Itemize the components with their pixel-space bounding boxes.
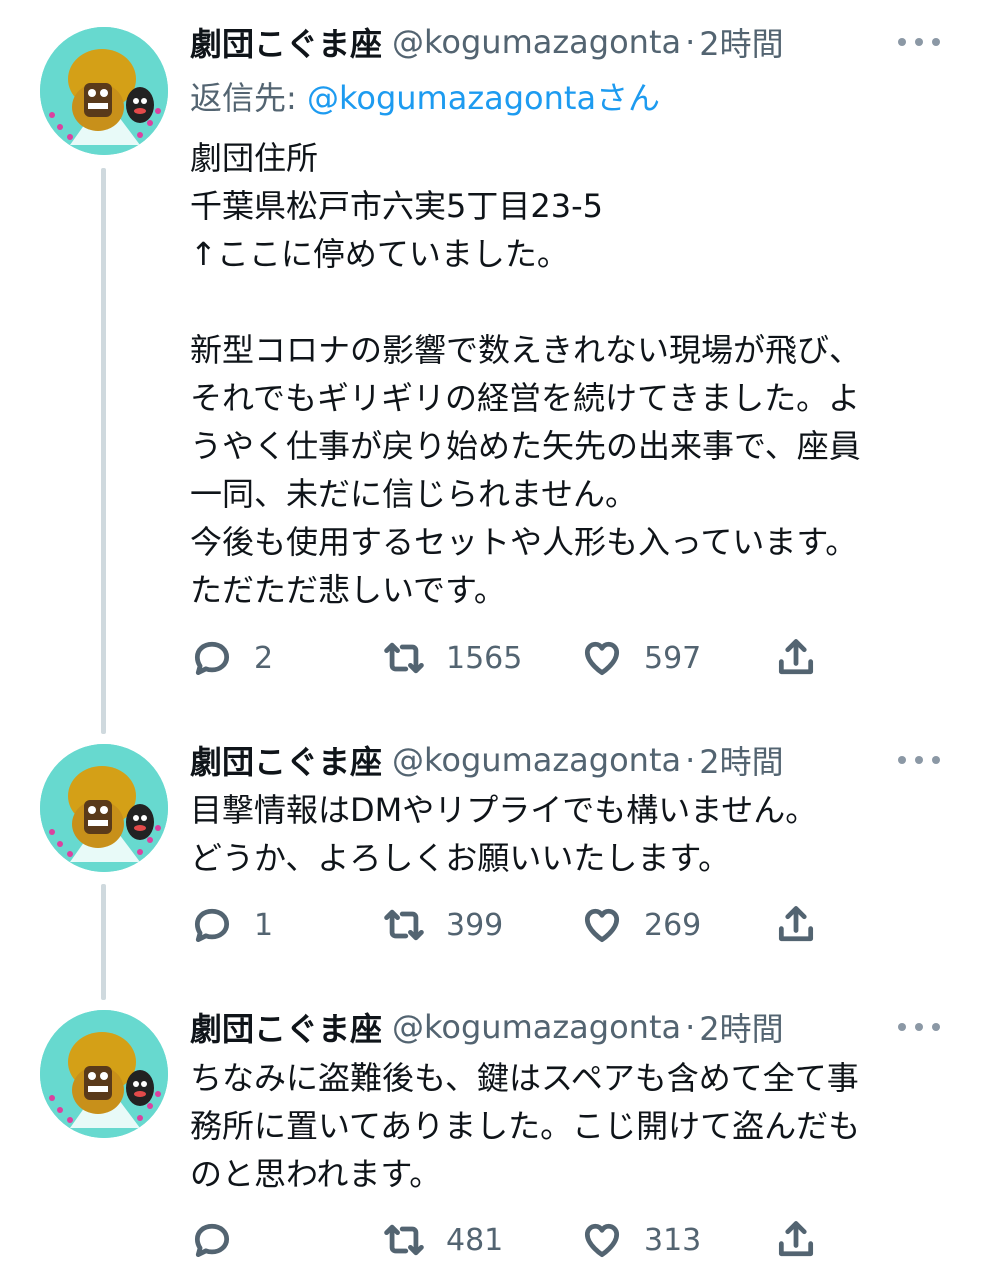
user-handle[interactable]: @kogumazagonta	[392, 23, 681, 61]
reply-mention-link[interactable]: @kogumazagontaさん	[307, 79, 660, 117]
share-button[interactable]	[774, 1215, 818, 1265]
share-upload-icon	[778, 906, 814, 942]
tweet-actions: 481 313	[190, 1215, 830, 1265]
tweet-text-line: のと思われます。	[190, 1155, 442, 1193]
tweet-text-line: ↑ここに停めていました。	[190, 235, 569, 273]
retweet-count: 1565	[446, 640, 523, 676]
separator-dot: ·	[685, 23, 696, 61]
avatar-gorilla-icon	[40, 1010, 168, 1138]
avatar[interactable]	[40, 744, 168, 872]
user-handle[interactable]: @kogumazagonta	[392, 741, 681, 779]
reply-count: 2	[254, 640, 274, 676]
reply-count: 1	[254, 907, 274, 943]
tweet-header: 劇団こぐま座 @kogumazagonta · 2時間	[190, 19, 784, 65]
thread-connector-line	[101, 884, 106, 1000]
more-dots-icon[interactable]	[898, 32, 940, 52]
tweet-text-line: 一同、未だに信じられません。	[190, 475, 638, 513]
thread-connector-line	[101, 168, 106, 734]
retweet-button[interactable]: 399	[382, 900, 503, 950]
tweet-text-line	[190, 278, 950, 326]
share-button[interactable]	[774, 633, 818, 683]
share-upload-icon	[778, 1221, 814, 1257]
tweet-text-line: 今後も使用するセットや人形も入っています。	[190, 523, 858, 561]
speech-bubble-icon	[194, 641, 230, 676]
separator-dot: ·	[685, 1008, 696, 1046]
avatar-gorilla-icon	[40, 27, 168, 155]
tweet-text-line: それでもギリギリの経営を続けてきました。よ	[190, 379, 861, 417]
retweet-count: 399	[446, 907, 504, 943]
tweet-actions: 2 1565 597	[190, 633, 830, 683]
separator-dot: ·	[685, 741, 696, 779]
retweet-count: 481	[446, 1222, 504, 1258]
replying-to: 返信先: @kogumazagontaさん	[190, 73, 660, 119]
tweet-text-line: 千葉県松戸市六実5丁目23-5	[190, 187, 603, 225]
avatar[interactable]	[40, 27, 168, 155]
retweet-button[interactable]: 481	[382, 1215, 503, 1265]
reply-button[interactable]	[190, 1215, 254, 1265]
reply-to-prefix: 返信先:	[190, 79, 307, 117]
like-count: 597	[644, 640, 702, 676]
speech-bubble-icon	[194, 908, 230, 943]
retweet-arrows-icon	[384, 909, 424, 941]
tweet-header: 劇団こぐま座 @kogumazagonta · 2時間	[190, 1004, 784, 1050]
tweet-text-line: 劇団住所	[190, 139, 319, 177]
like-button[interactable]: 313	[580, 1215, 701, 1265]
tweet-text-line: 務所に置いてありました。こじ開けて盗んだも	[190, 1107, 861, 1145]
heart-icon	[584, 908, 620, 943]
tweet-text-line: うやく仕事が戻り始めた矢先の出来事で、座員	[190, 427, 861, 465]
timestamp[interactable]: 2時間	[699, 19, 783, 65]
avatar-gorilla-icon	[40, 744, 168, 872]
reply-button[interactable]: 1	[190, 900, 273, 950]
display-name[interactable]: 劇団こぐま座	[190, 737, 382, 783]
more-dots-icon[interactable]	[898, 750, 940, 770]
retweet-button[interactable]: 1565	[382, 633, 522, 683]
share-button[interactable]	[774, 900, 818, 950]
retweet-arrows-icon	[384, 1224, 424, 1256]
tweet-text: 劇団住所 千葉県松戸市六実5丁目23-5 ↑ここに停めていました。 新型コロナの…	[190, 134, 950, 614]
like-count: 269	[644, 907, 702, 943]
heart-icon	[584, 641, 620, 676]
share-upload-icon	[778, 639, 814, 675]
speech-bubble-icon	[194, 1223, 230, 1258]
tweet-actions: 1 399 269	[190, 900, 830, 950]
like-button[interactable]: 269	[580, 900, 701, 950]
retweet-arrows-icon	[384, 642, 424, 674]
tweet-text-line: ただただ悲しいです。	[190, 571, 506, 609]
reply-button[interactable]: 2	[190, 633, 273, 683]
tweet-text-line: 新型コロナの影響で数えきれない現場が飛び、	[190, 331, 862, 369]
user-handle[interactable]: @kogumazagonta	[392, 1008, 681, 1046]
avatar[interactable]	[40, 1010, 168, 1138]
tweet-text-line: ちなみに盗難後も、鍵はスペアも含めて全て事	[190, 1059, 859, 1097]
heart-icon	[584, 1223, 620, 1258]
display-name[interactable]: 劇団こぐま座	[190, 1004, 382, 1050]
timestamp[interactable]: 2時間	[699, 737, 783, 783]
display-name[interactable]: 劇団こぐま座	[190, 19, 382, 65]
like-count: 313	[644, 1222, 702, 1258]
tweet-header: 劇団こぐま座 @kogumazagonta · 2時間	[190, 737, 784, 783]
more-dots-icon[interactable]	[898, 1017, 940, 1037]
tweet-text: ちなみに盗難後も、鍵はスペアも含めて全て事 務所に置いてありました。こじ開けて盗…	[190, 1054, 950, 1198]
tweet-text-line: 目撃情報はDMやリプライでも構いません。	[190, 791, 818, 829]
tweet-text-line: どうか、よろしくお願いいたします。	[190, 839, 731, 877]
tweet-text: 目撃情報はDMやリプライでも構いません。 どうか、よろしくお願いいたします。	[190, 786, 950, 882]
like-button[interactable]: 597	[580, 633, 701, 683]
timestamp[interactable]: 2時間	[699, 1004, 783, 1050]
